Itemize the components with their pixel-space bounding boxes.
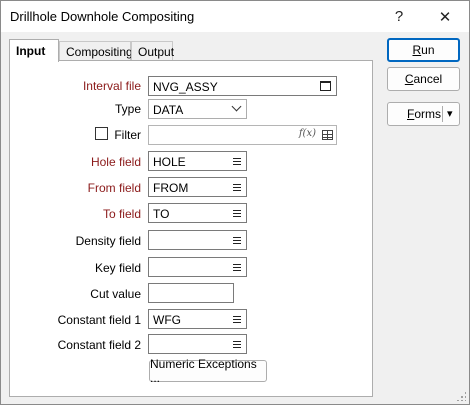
input-panel: Interval file NVG_ASSY Type DATA Filter … [9,60,373,397]
window-title: Drillhole Downhole Compositing [10,9,195,24]
cancel-label: Cancel [404,72,443,86]
list-icon[interactable] [233,210,241,217]
interval-file-field[interactable]: NVG_ASSY [148,76,337,96]
file-browse-icon[interactable] [320,81,331,91]
cancel-button[interactable]: Cancel [387,67,460,91]
interval-file-value: NVG_ASSY [153,80,218,94]
to-field-input[interactable]: TO [148,203,247,223]
cut-value-label: Cut value [90,287,141,301]
title-bar: Drillhole Downhole Compositing ? ✕ [1,1,469,32]
key-field-label: Key field [94,261,141,275]
list-icon[interactable] [233,341,241,348]
close-icon: ✕ [438,8,452,26]
hole-field-input[interactable]: HOLE [148,151,247,171]
tab-input-label: Input [16,44,46,58]
hole-field-value: HOLE [153,155,186,169]
run-label: Run [412,43,435,57]
cut-value-input[interactable] [148,283,234,303]
from-field-value: FROM [153,181,189,195]
list-icon[interactable] [233,184,241,191]
numeric-exceptions-button[interactable]: Numeric Exceptions ... [149,357,267,385]
forms-label: Forms [407,107,442,121]
list-icon[interactable] [233,316,241,323]
constant-field-1-value: WFG [153,313,181,327]
forms-button[interactable]: Forms ▾ [387,102,460,126]
help-button[interactable]: ? [379,1,419,32]
list-icon[interactable] [233,264,241,271]
tab-output[interactable]: Output [131,41,175,61]
close-button[interactable]: ✕ [425,1,465,32]
type-select[interactable]: DATA [148,99,247,119]
density-field-input[interactable] [148,230,247,250]
key-field-input[interactable] [148,257,247,277]
constant-field-1-label: Constant field 1 [57,313,141,327]
constant-field-2-label: Constant field 2 [57,338,141,352]
from-field-label: From field [87,181,141,195]
list-icon[interactable] [233,237,241,244]
type-label: Type [114,102,141,116]
constant-field-1-input[interactable]: WFG [148,309,247,329]
tab-compositing-label: Compositing [66,44,133,59]
filter-checkbox[interactable] [95,127,108,140]
filter-label: Filter [114,128,141,142]
function-icon[interactable]: f(x) [299,128,316,139]
help-icon: ? [394,8,404,25]
hole-field-label: Hole field [90,155,141,169]
filter-field[interactable]: f(x) [148,125,337,145]
to-field-value: TO [153,207,170,221]
tab-input[interactable]: Input [9,39,59,62]
to-field-label: To field [102,207,141,221]
tab-compositing[interactable]: Compositing [59,41,133,61]
from-field-input[interactable]: FROM [148,177,247,197]
dialog-window: Drillhole Downhole Compositing ? ✕ Input… [0,0,470,405]
chevron-down-icon [231,101,242,112]
type-value: DATA [153,103,184,117]
density-field-label: Density field [75,234,141,248]
resize-grip-icon[interactable] [456,391,466,401]
numeric-exceptions-label: Numeric Exceptions ... [150,357,257,385]
forms-divider [442,106,443,122]
forms-dropdown-icon[interactable]: ▾ [447,107,453,120]
list-icon[interactable] [233,158,241,165]
tab-output-label: Output [138,44,175,59]
expression-editor-icon[interactable] [322,130,333,140]
interval-file-label: Interval file [82,79,141,93]
run-button[interactable]: Run [387,38,460,62]
constant-field-2-input[interactable] [148,334,247,354]
